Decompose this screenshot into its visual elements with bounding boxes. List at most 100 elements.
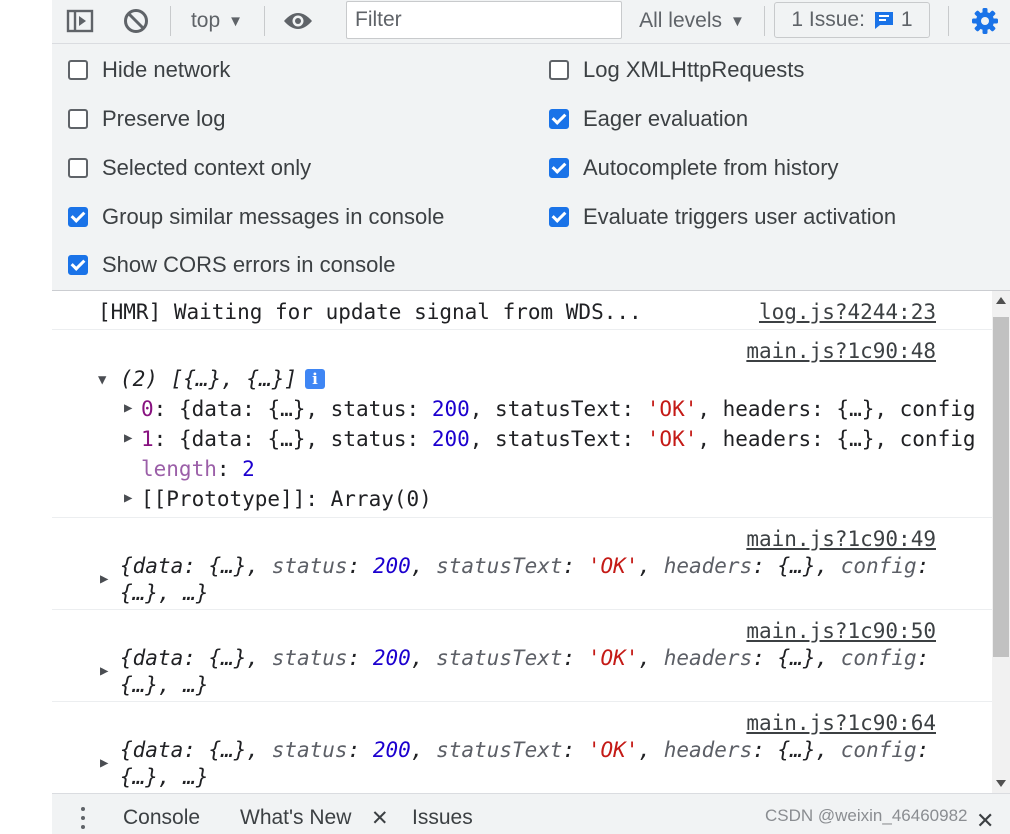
item-status-text: 'OK' [646,397,698,421]
object-key: config [840,738,917,762]
console-settings-panel: Hide network Preserve log Selected conte… [52,44,1010,291]
setting-autocomplete-history[interactable]: Autocomplete from history [549,153,839,183]
eager-evaluation-checkbox[interactable] [549,109,569,129]
scroll-up-arrow-icon[interactable] [996,297,1006,304]
item-part: , headers: {…}, config [697,427,976,451]
object-key: status [271,738,348,762]
tab-issues[interactable]: Issues [412,806,473,830]
array-summary[interactable]: (2) [{…}, {…}] i [120,367,326,391]
object-status: 200 [372,738,411,762]
setting-user-activation[interactable]: Evaluate triggers user activation [549,202,896,232]
close-tab-icon[interactable]: ✕ [371,806,389,831]
array-length: length: 2 [141,457,255,481]
expand-triangle-icon[interactable]: ▶ [124,400,132,416]
expand-triangle-icon[interactable]: ▶ [100,571,108,587]
object-part: {data: {…}, [120,646,272,670]
setting-hide-network[interactable]: Hide network [68,55,230,85]
setting-eager-evaluation[interactable]: Eager evaluation [549,104,748,134]
console-message: main.js?1c90:49 ▶ {data: {…}, status: 20… [52,518,992,610]
setting-selected-context[interactable]: Selected context only [68,153,311,183]
scroll-thumb[interactable] [993,317,1009,657]
array-item[interactable]: 0: {data: {…}, status: 200, statusText: … [141,397,976,421]
setting-group-similar[interactable]: Group similar messages in console [68,202,444,232]
object-status-text: 'OK' [587,738,639,762]
tab-console[interactable]: Console [123,806,200,830]
item-part: {data: {…}, status: [178,397,432,421]
console-scrollbar[interactable] [992,291,1010,793]
issues-button[interactable]: 1 Issue: 1 [774,2,930,38]
setting-log-xhr[interactable]: Log XMLHttpRequests [549,55,804,85]
expand-triangle-icon[interactable]: ▶ [124,490,132,506]
array-prototype[interactable]: [[Prototype]]: Array(0) [141,487,432,511]
selected-context-checkbox[interactable] [68,158,88,178]
length-key: length [141,457,217,481]
setting-label: Log XMLHttpRequests [583,57,805,82]
source-link[interactable]: log.js?4244:23 [759,300,936,324]
object-part: {…} [777,646,816,670]
context-selector[interactable]: top ▼ [180,0,254,42]
object-preview[interactable]: {data: {…}, status: 200, statusText: 'OK… [120,738,929,762]
object-status: 200 [372,646,411,670]
console-message: main.js?1c90:50 ▶ {data: {…}, status: 20… [52,610,992,702]
console-toolbar: top ▼ All levels ▼ 1 Issue: 1 [52,0,1010,44]
context-label: top [190,9,221,32]
source-link[interactable]: main.js?1c90:49 [746,527,936,551]
setting-cors-errors[interactable]: Show CORS errors in console [68,250,395,280]
autocomplete-history-checkbox[interactable] [549,158,569,178]
cors-errors-checkbox[interactable] [68,255,88,275]
array-item[interactable]: 1: {data: {…}, status: 200, statusText: … [141,427,976,451]
issue-message-icon [873,10,895,30]
setting-label: Hide network [102,57,231,82]
object-preview-tail: {…}, …} [120,581,209,605]
chevron-down-icon: ▼ [730,12,745,30]
toggle-sidebar-icon[interactable] [64,0,96,42]
info-icon[interactable]: i [305,369,326,389]
scroll-down-arrow-icon[interactable] [996,780,1006,787]
group-similar-checkbox[interactable] [68,207,88,227]
close-drawer-icon[interactable]: ✕ [976,808,994,834]
array-summary-text: (2) [{…}, {…}] [120,367,298,391]
log-xhr-checkbox[interactable] [549,60,569,80]
setting-preserve-log[interactable]: Preserve log [68,104,226,134]
left-gutter [0,0,52,834]
issues-label: 1 Issue: [791,8,865,31]
live-expression-eye-icon[interactable] [280,0,316,42]
setting-label: Selected context only [102,155,312,180]
filter-input[interactable] [346,1,622,39]
object-status: 200 [372,554,411,578]
source-link[interactable]: main.js?1c90:48 [746,339,936,363]
toolbar-divider [264,6,265,36]
object-preview[interactable]: {data: {…}, status: 200, statusText: 'OK… [120,646,929,670]
object-key: statusText [436,738,563,762]
source-link[interactable]: main.js?1c90:50 [746,619,936,643]
setting-label: Evaluate triggers user activation [583,204,897,229]
object-part: {data: {…}, [120,738,272,762]
more-menu-icon[interactable] [81,807,85,834]
object-key: status [271,646,348,670]
object-preview[interactable]: {data: {…}, status: 200, statusText: 'OK… [120,554,929,578]
expand-triangle-icon[interactable]: ▼ [98,372,106,388]
toolbar-divider [764,6,765,36]
settings-gear-icon[interactable] [968,0,1002,42]
tab-whats-new[interactable]: What's New [240,806,351,830]
clear-console-icon[interactable] [120,0,152,42]
log-levels-dropdown[interactable]: All levels ▼ [632,0,752,42]
setting-label: Preserve log [102,106,226,131]
setting-label: Eager evaluation [583,106,749,131]
hide-network-checkbox[interactable] [68,60,88,80]
user-activation-checkbox[interactable] [549,207,569,227]
object-key: statusText [436,554,563,578]
item-status: 200 [431,427,470,451]
console-message: [HMR] Waiting for update signal from WDS… [52,291,992,330]
source-link[interactable]: main.js?1c90:64 [746,711,936,735]
toolbar-divider [170,6,171,36]
object-part: {data: {…}, [120,554,272,578]
expand-triangle-icon[interactable]: ▶ [100,755,108,771]
object-status-text: 'OK' [587,646,639,670]
expand-triangle-icon[interactable]: ▶ [124,430,132,446]
preserve-log-checkbox[interactable] [68,109,88,129]
expand-triangle-icon[interactable]: ▶ [100,663,108,679]
object-status-text: 'OK' [587,554,639,578]
object-part: {…} [777,554,816,578]
item-index: 0 [141,397,154,421]
